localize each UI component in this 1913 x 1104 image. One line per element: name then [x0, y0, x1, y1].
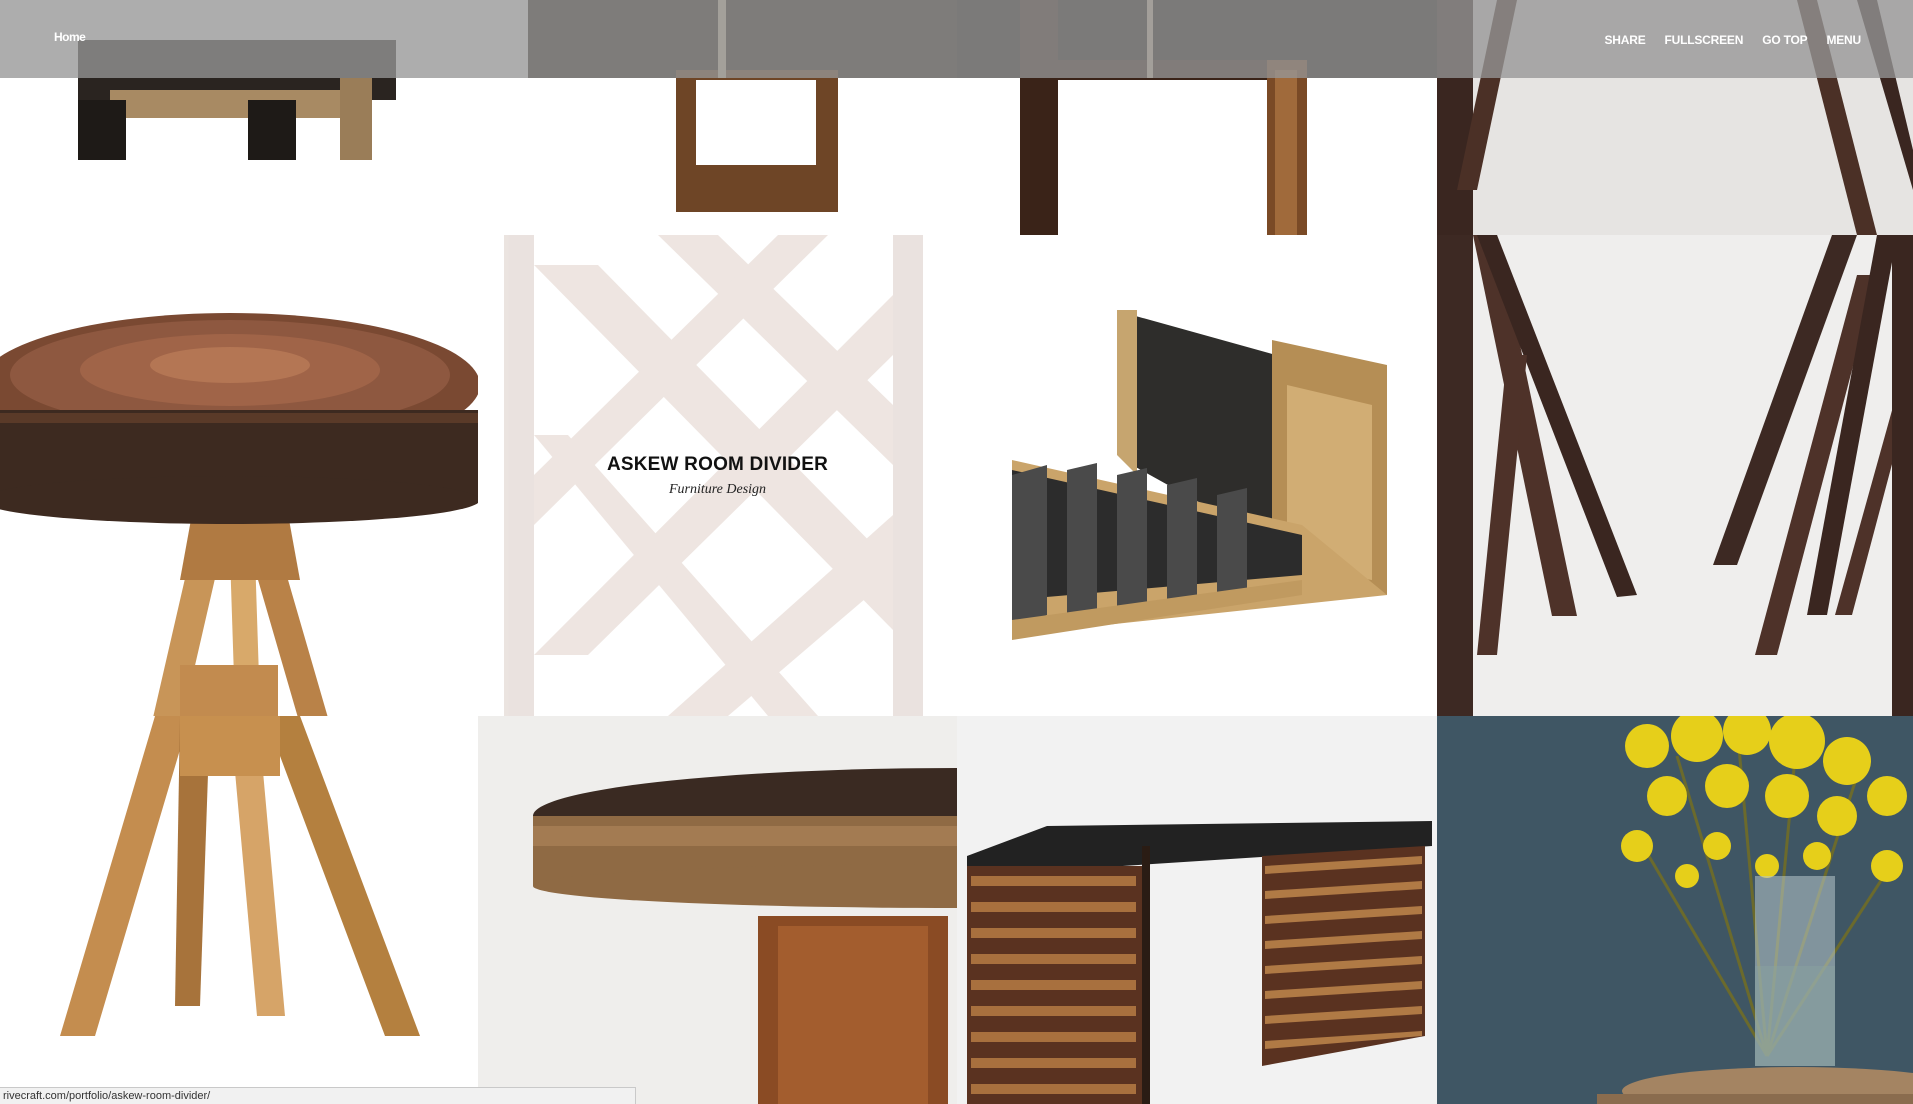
project-title[interactable]: ASKEW ROOM DIVIDER: [607, 454, 828, 476]
hover-overlay: ASKEW ROOM DIVIDER Furniture Design: [478, 235, 957, 716]
status-url: rivecraft.com/portfolio/askew-room-divid…: [3, 1090, 211, 1102]
portfolio-item-round-dining-table[interactable]: [478, 716, 957, 1104]
portfolio-grid: ASKEW ROOM DIVIDER Furniture Design: [0, 0, 1913, 1104]
share-button[interactable]: SHARE: [1605, 33, 1646, 47]
portfolio-item-askew-room-divider[interactable]: ASKEW ROOM DIVIDER Furniture Design: [478, 235, 957, 716]
portfolio-item-forsythia-vase[interactable]: [1437, 716, 1913, 1104]
browser-status-bar: rivecraft.com/portfolio/askew-room-divid…: [0, 1087, 636, 1104]
project-category: Furniture Design: [668, 481, 767, 497]
portfolio-item-daybed[interactable]: [957, 235, 1437, 716]
top-nav-bar: Home SHARE FULLSCREEN GO TOP MENU: [0, 0, 1913, 78]
fullscreen-button[interactable]: FULLSCREEN: [1665, 33, 1744, 47]
portfolio-item-side-table-legs[interactable]: [0, 716, 478, 1104]
portfolio-item-tripod-tables[interactable]: [1437, 235, 1913, 716]
nav-menu: SHARE FULLSCREEN GO TOP MENU: [1605, 33, 1862, 47]
go-top-button[interactable]: GO TOP: [1762, 33, 1807, 47]
portfolio-item-mosaic-side-table[interactable]: [0, 235, 478, 716]
home-logo[interactable]: Home: [54, 30, 86, 44]
portfolio-item-slatted-desk[interactable]: [957, 716, 1437, 1104]
menu-button[interactable]: MENU: [1826, 33, 1861, 47]
